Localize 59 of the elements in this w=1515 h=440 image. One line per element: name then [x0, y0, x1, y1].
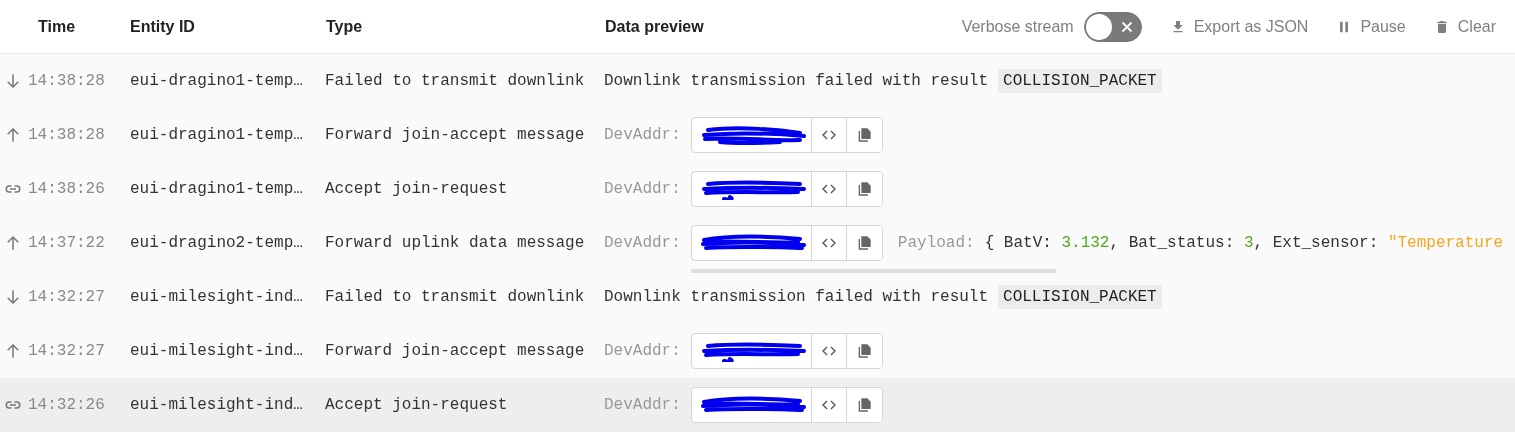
event-type: Failed to transmit downlink — [325, 288, 586, 306]
event-type: Failed to transmit downlink — [325, 72, 586, 90]
event-row[interactable]: 14:32:27 eui-milesight-ind… Failed to transmit downlink Downlink transmission failed with result COLLISION_PACKET — [0, 270, 1515, 324]
event-time: 14:32:27 — [28, 288, 105, 306]
arrow-up-icon — [4, 126, 22, 144]
event-time: 14:37:22 — [28, 234, 105, 252]
column-header: Time — [37, 17, 77, 36]
pause-button[interactable]: Pause — [1336, 17, 1406, 36]
entity-id: eui-dragino1-temp… — [130, 126, 304, 144]
field-label: DevAddr: — [604, 234, 681, 252]
entity-id: eui-dragino1-temp… — [130, 180, 304, 198]
preview-text: Downlink transmission failed with result — [604, 72, 989, 90]
event-time: 14:32:27 — [28, 342, 105, 360]
arrow-up-icon — [4, 342, 22, 360]
event-time: 14:32:26 — [28, 396, 105, 414]
copy-icon — [856, 127, 873, 143]
entity-id: eui-dragino2-temp… — [130, 234, 304, 252]
event-row[interactable]: 14:32:26 eui-milesight-ind… Accept join-request DevAddr: — [0, 378, 1515, 432]
export-button[interactable]: Export as JSON — [1169, 17, 1309, 36]
entity-id: eui-dragino1-temp… — [130, 72, 304, 90]
event-type: Accept join-request — [325, 180, 509, 198]
verbose-toggle[interactable] — [1083, 11, 1142, 42]
field-label: DevAddr: — [604, 126, 681, 144]
copy-icon — [856, 181, 873, 197]
event-type: Accept join-request — [325, 396, 509, 414]
event-type: Forward join-accept message — [325, 126, 586, 144]
entity-id: eui-milesight-ind… — [130, 288, 304, 306]
event-row[interactable]: 14:32:27 eui-milesight-ind… Forward join-accept message DevAddr: — [0, 324, 1515, 378]
event-time: 14:38:26 — [28, 180, 105, 198]
result-code: COLLISION_PACKET — [998, 285, 1162, 309]
event-row[interactable]: 14:37:22 eui-dragino2-temp… Forward uplink data message DevAddr: Payload: { BatV: 3.132, Bat_status: 3, Ext_sensor: "Temperature — [0, 216, 1515, 270]
event-row[interactable]: 14:38:26 eui-dragino1-temp… Accept join-request DevAddr: — [0, 162, 1515, 216]
entity-id: eui-milesight-ind… — [130, 396, 304, 414]
column-header: Type — [326, 17, 364, 36]
event-type: Forward join-accept message — [325, 342, 586, 360]
payload-label: Payload: — [897, 234, 975, 252]
event-type: Forward uplink data message — [325, 234, 586, 252]
arrow-down-icon — [4, 288, 22, 306]
arrow-up-icon — [4, 234, 22, 252]
entity-id: eui-milesight-ind… — [130, 342, 304, 360]
event-row[interactable]: 14:38:28 eui-dragino1-temp… Forward join-accept message DevAddr: — [0, 108, 1515, 162]
event-time: 14:38:28 — [28, 72, 105, 90]
payload-text: { BatV: 3.132, Bat_status: 3, Ext_sensor: "Temperature — [984, 234, 1504, 252]
result-code: COLLISION_PACKET — [998, 69, 1162, 93]
field-label: DevAddr: — [604, 396, 681, 414]
column-header: Data preview — [605, 17, 705, 36]
preview-text: Downlink transmission failed with result — [604, 288, 989, 306]
copy-icon — [856, 343, 873, 359]
field-label: DevAddr: — [604, 180, 681, 198]
toggle-label: Verbose stream — [961, 17, 1074, 36]
field-label: DevAddr: — [604, 342, 681, 360]
close-icon — [1120, 20, 1133, 33]
copy-icon — [856, 235, 873, 251]
arrow-down-icon — [4, 72, 22, 90]
copy-icon — [856, 397, 873, 413]
clear-button[interactable]: Clear — [1433, 17, 1496, 36]
event-row[interactable]: 14:38:28 eui-dragino1-temp… Failed to transmit downlink Downlink transmission failed with result COLLISION_PACKET — [0, 54, 1515, 108]
column-header: Entity ID — [130, 17, 196, 36]
event-time: 14:38:28 — [28, 126, 105, 144]
